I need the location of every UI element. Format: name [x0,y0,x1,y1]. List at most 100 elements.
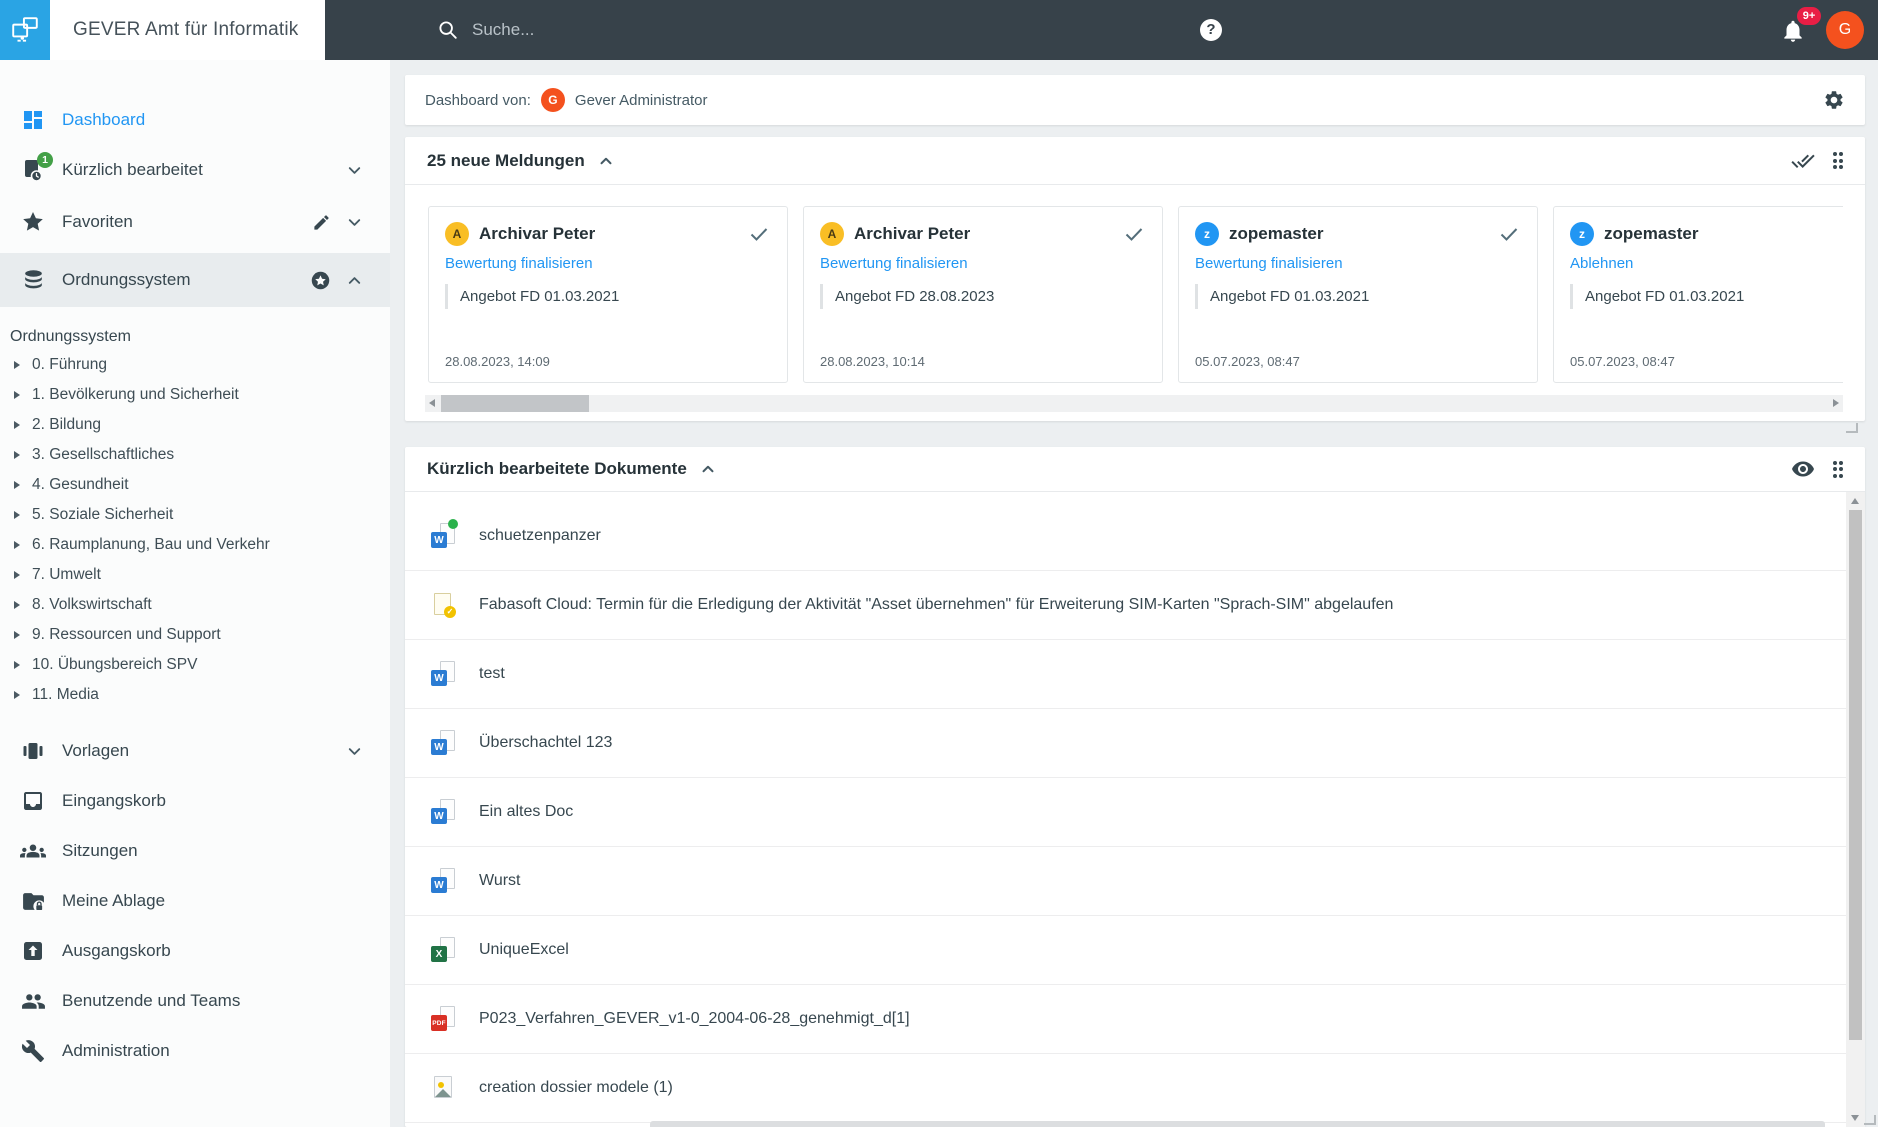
notification-card[interactable]: z zopemaster Ablehnen Angebot FD 01.03.2… [1553,206,1843,383]
sidebar-item-dashboard[interactable]: Dashboard [0,95,390,145]
tree-item-9-ressourcen[interactable]: 9. Ressourcen und Support [10,620,390,650]
tree-item-6-raumplanung[interactable]: 6. Raumplanung, Bau und Verkehr [10,530,390,560]
tree-expand-caret-icon[interactable] [14,661,20,669]
chevron-down-icon[interactable] [345,742,364,761]
widget-drag-handle-icon[interactable] [1832,152,1843,169]
sidebar-item-kuerzlich-bearbeitet[interactable]: 1 Kürzlich bearbeitet [0,145,390,195]
scroll-right-arrow-icon[interactable] [1833,399,1839,407]
notification-subject: Angebot FD 01.03.2021 [1195,284,1521,309]
word-file-icon: W [431,519,458,549]
document-row[interactable]: W test [405,640,1846,709]
document-name: schuetzenpanzer [479,527,601,544]
user-avatar[interactable]: G [1826,11,1864,49]
chevron-down-icon[interactable] [345,213,364,232]
document-row[interactable]: ✓ Fabasoft Cloud: Termin für die Erledig… [405,571,1846,640]
dashboard-owner-bar: Dashboard von: G Gever Administrator [405,75,1865,125]
notification-card[interactable]: z zopemaster Bewertung finalisieren Ange… [1178,206,1538,383]
global-search[interactable] [437,0,892,60]
tree-item-8-volkswirtschaft[interactable]: 8. Volkswirtschaft [10,590,390,620]
tree-expand-caret-icon[interactable] [14,631,20,639]
notification-card[interactable]: A Archivar Peter Bewertung finalisieren … [428,206,788,383]
tree-item-11-media[interactable]: 11. Media [10,680,390,710]
widget-drag-handle-icon[interactable] [1832,460,1843,478]
scroll-down-arrow-icon[interactable] [1851,1115,1859,1121]
chevron-up-icon[interactable] [345,271,364,290]
sender-avatar: z [1570,222,1594,246]
dismiss-check-icon[interactable] [1122,222,1146,246]
sidebar-item-vorlagen[interactable]: Vorlagen [0,726,390,776]
groups-icon [20,838,46,864]
tree-expand-caret-icon[interactable] [14,361,20,369]
documents-horizontal-scrollbar[interactable] [650,1121,1825,1127]
help-button[interactable]: ? [1200,19,1222,41]
favorite-star-circle-icon[interactable] [310,270,331,291]
tree-expand-caret-icon[interactable] [14,511,20,519]
sidebar-item-ausgangskorb[interactable]: Ausgangskorb [0,926,390,976]
edit-pencil-icon[interactable] [312,213,331,232]
tree-item-10-uebungsbereich[interactable]: 10. Übungsbereich SPV [10,650,390,680]
sidebar-item-label: Sitzungen [62,841,138,860]
documents-vertical-scrollbar[interactable] [1846,492,1865,1127]
search-input[interactable] [472,20,892,40]
notification-action-link[interactable]: Ablehnen [1570,255,1633,272]
documents-title[interactable]: Kürzlich bearbeitete Dokumente [427,459,687,479]
sidebar-item-favoriten[interactable]: Favoriten [0,195,390,249]
tree-item-0-fuehrung[interactable]: 0. Führung [10,350,390,380]
document-row[interactable]: W schuetzenpanzer [405,502,1846,571]
notification-action-link[interactable]: Bewertung finalisieren [445,255,593,272]
tree-expand-caret-icon[interactable] [14,691,20,699]
owner-name[interactable]: Gever Administrator [575,92,708,109]
eye-icon[interactable] [1791,457,1815,481]
document-row[interactable]: X UniqueExcel [405,916,1846,985]
chevron-down-icon[interactable] [345,161,364,180]
sidebar-item-label: Benutzende und Teams [62,991,241,1010]
sender-avatar: A [820,222,844,246]
tree-expand-caret-icon[interactable] [14,601,20,609]
mark-all-read-icon[interactable] [1790,149,1815,173]
sidebar-item-sitzungen[interactable]: Sitzungen [0,826,390,876]
dismiss-check-icon[interactable] [1497,222,1521,246]
tree-item-5-soziale-sicherheit[interactable]: 5. Soziale Sicherheit [10,500,390,530]
sender-avatar: A [445,222,469,246]
outbox-icon [20,938,46,964]
sidebar-item-meine-ablage[interactable]: Meine Ablage [0,876,390,926]
vertical-scrollbar-thumb[interactable] [1849,510,1862,1040]
notifications-title[interactable]: 25 neue Meldungen [427,151,585,171]
notification-action-link[interactable]: Bewertung finalisieren [1195,255,1343,272]
dismiss-check-icon[interactable] [747,222,771,246]
sender-avatar: z [1195,222,1219,246]
tree-expand-caret-icon[interactable] [14,421,20,429]
sidebar-item-administration[interactable]: Administration [0,1026,390,1076]
document-row[interactable]: W Wurst [405,847,1846,916]
tree-item-4-gesundheit[interactable]: 4. Gesundheit [10,470,390,500]
documents-list: W schuetzenpanzer ✓ Fabasoft Cloud: Term… [405,492,1846,1127]
tree-expand-caret-icon[interactable] [14,541,20,549]
document-row[interactable]: W Ein altes Doc [405,778,1846,847]
tree-expand-caret-icon[interactable] [14,451,20,459]
tree-expand-caret-icon[interactable] [14,391,20,399]
sidebar-item-ordnungssystem[interactable]: Ordnungssystem [0,253,390,307]
notification-action-link[interactable]: Bewertung finalisieren [820,255,968,272]
document-row[interactable]: W Überschachtel 123 [405,709,1846,778]
app-logo[interactable] [0,0,50,60]
dashboard-settings-button[interactable] [1823,89,1845,111]
sidebar-item-benutzende-und-teams[interactable]: Benutzende und Teams [0,976,390,1026]
tree-expand-caret-icon[interactable] [14,481,20,489]
document-row[interactable]: PDF P023_Verfahren_GEVER_v1-0_2004-06-28… [405,985,1846,1054]
cards-horizontal-scrollbar[interactable] [425,395,1843,412]
scroll-up-arrow-icon[interactable] [1851,498,1859,504]
collapse-chevron-up-icon[interactable] [597,152,615,170]
document-row[interactable]: creation dossier modele (1) [405,1054,1846,1123]
horizontal-scrollbar-thumb[interactable] [441,395,589,412]
tree-item-1-bevoelkerung[interactable]: 1. Bevölkerung und Sicherheit [10,380,390,410]
tree-item-2-bildung[interactable]: 2. Bildung [10,410,390,440]
collapse-chevron-up-icon[interactable] [699,460,717,478]
scroll-left-arrow-icon[interactable] [429,399,435,407]
gever-logo-icon [12,17,38,42]
sidebar-item-eingangskorb[interactable]: Eingangskorb [0,776,390,826]
notification-card[interactable]: A Archivar Peter Bewertung finalisieren … [803,206,1163,383]
tree-item-7-umwelt[interactable]: 7. Umwelt [10,560,390,590]
tree-root-label[interactable]: Ordnungssystem [10,327,390,347]
tree-item-3-gesellschaftliches[interactable]: 3. Gesellschaftliches [10,440,390,470]
tree-expand-caret-icon[interactable] [14,571,20,579]
